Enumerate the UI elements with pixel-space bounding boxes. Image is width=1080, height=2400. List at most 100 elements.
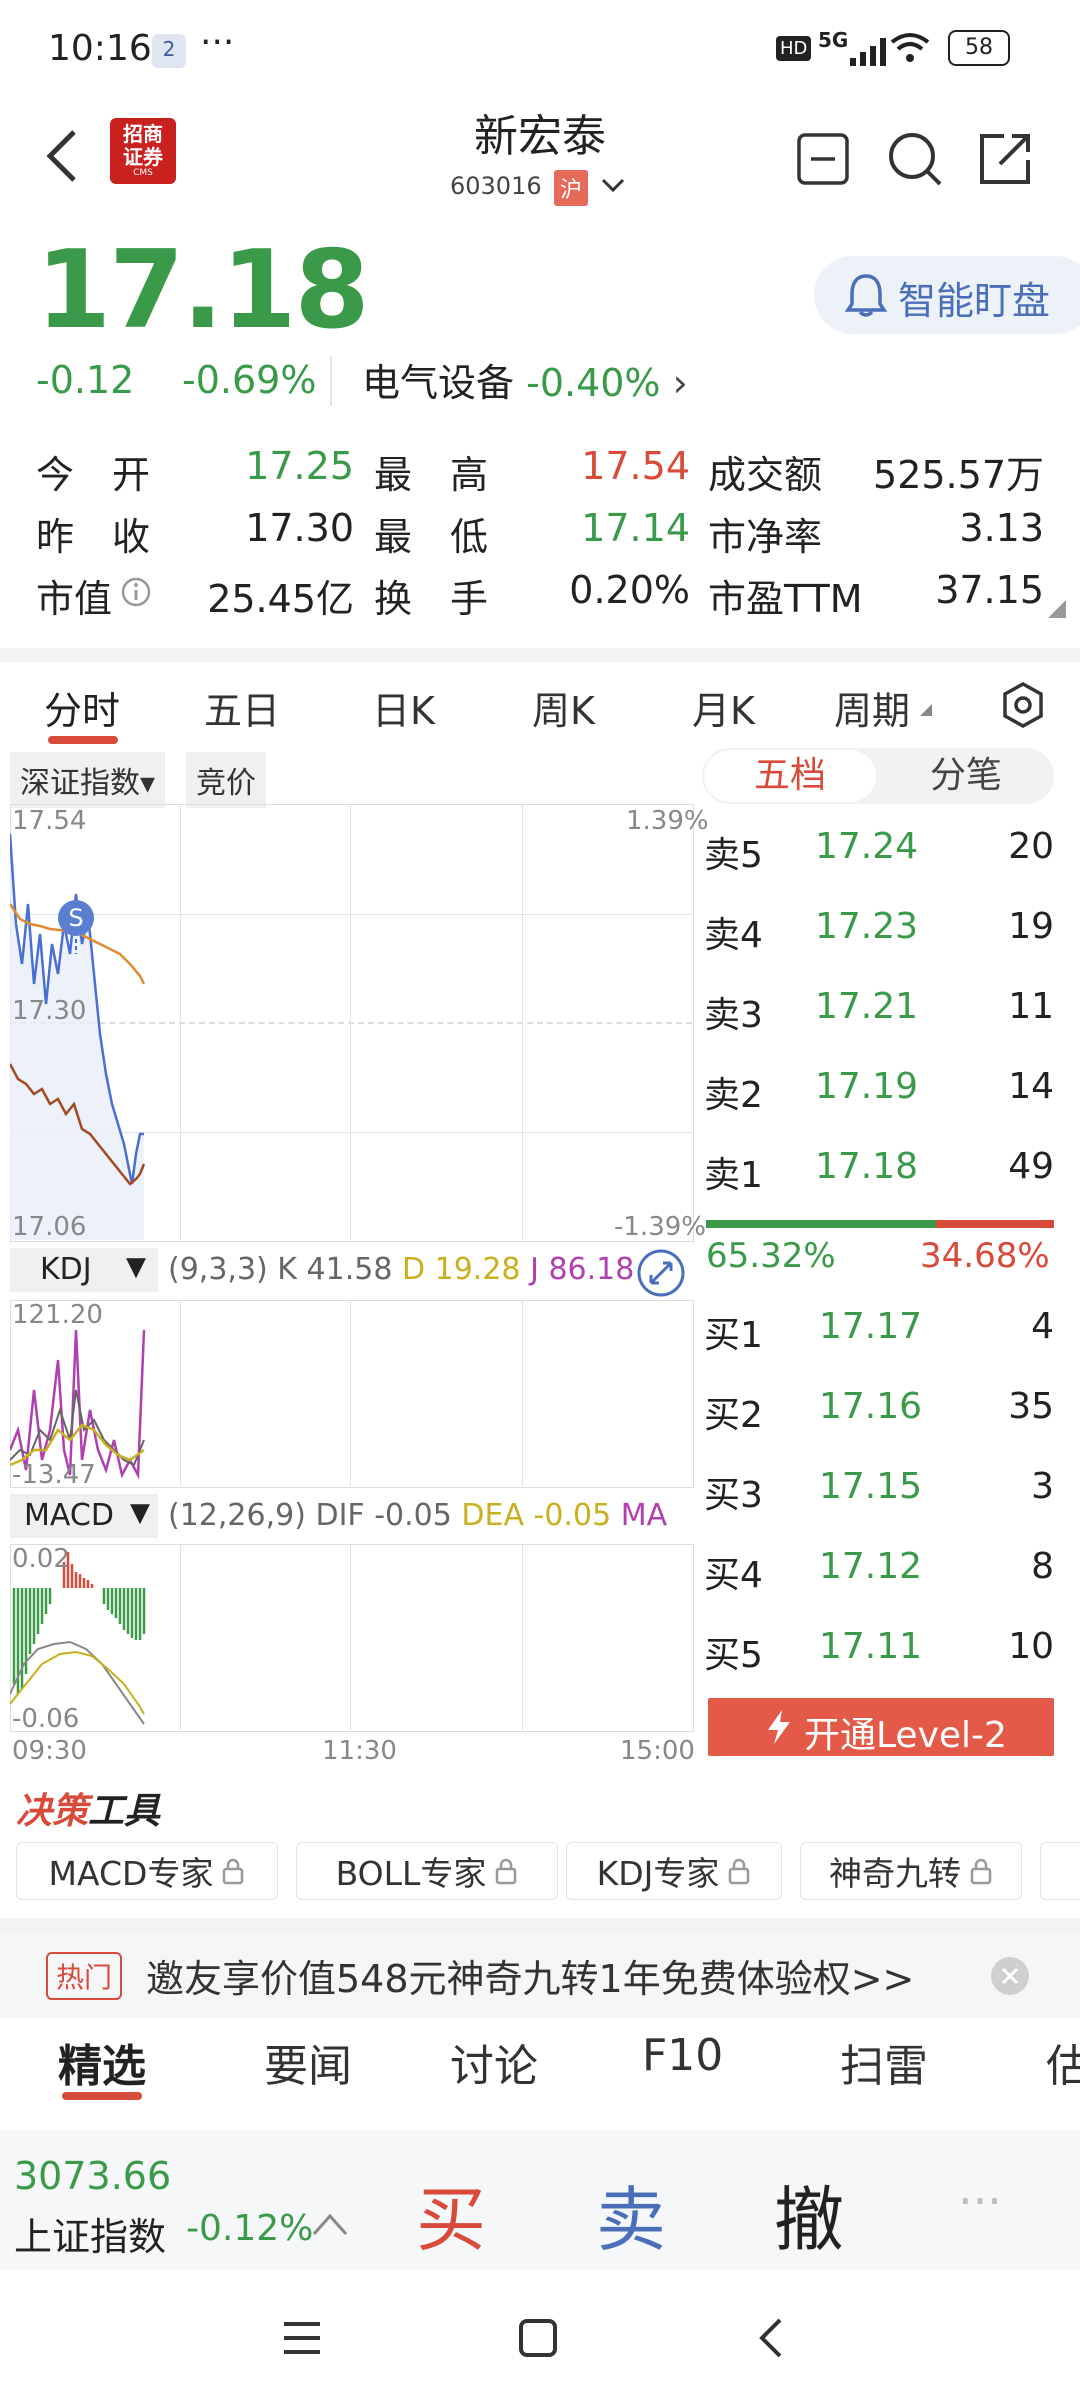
logo-text-top: 招商 — [123, 122, 163, 146]
menu-icon[interactable] — [282, 2320, 322, 2356]
tab-minesweep[interactable]: 扫雷 — [840, 2030, 928, 2094]
sell-ratio-bar — [936, 1220, 1054, 1228]
ask-volume: 11 — [1008, 986, 1054, 1027]
section-divider — [0, 648, 1080, 662]
lock-icon — [970, 1858, 992, 1885]
network-label: 5G — [818, 28, 849, 52]
cancel-order-button[interactable]: 撤 — [774, 2164, 844, 2265]
home-icon[interactable] — [518, 2318, 558, 2358]
tool-kdj-expert[interactable]: KDJ专家 — [566, 1842, 782, 1900]
search-icon[interactable] — [886, 130, 944, 188]
macd-dea-label: DEA — [461, 1498, 524, 1533]
tool-boll-expert[interactable]: BOLL专家 — [296, 1842, 558, 1900]
tools-title-a: 决策 — [16, 1791, 89, 1832]
promo-banner[interactable]: 热门 邀友享价值548元神奇九转1年免费体验权>> — [0, 1932, 1080, 2018]
tab-intraday[interactable]: 分时 — [44, 680, 120, 735]
promo-text: 邀友享价值548元神奇九转1年免费体验权>> — [146, 1957, 915, 2001]
lock-icon — [496, 1858, 517, 1885]
bid-volume: 4 — [1031, 1306, 1054, 1347]
fullscreen-icon[interactable] — [636, 1248, 686, 1298]
more-icon[interactable]: ··· — [958, 2174, 1002, 2228]
smart-watch-button[interactable]: 智能盯盘 — [814, 256, 1080, 334]
macd-name: MACD — [24, 1498, 114, 1533]
level2-label: 开通Level-2 — [804, 1715, 1007, 1756]
section-divider — [0, 1918, 1080, 1932]
bid-price[interactable]: 17.16 — [772, 1386, 922, 1427]
chevron-down-icon[interactable] — [600, 176, 626, 196]
kdj-param: (9,3,3) — [168, 1252, 268, 1287]
field-label: 市净率 — [708, 515, 823, 559]
kdj-j-label: J — [530, 1252, 539, 1287]
macd-select[interactable]: MACD ▼ — [10, 1494, 158, 1538]
notification-badge: 2 — [152, 34, 186, 68]
share-icon[interactable] — [976, 130, 1034, 188]
ask-label: 卖2 — [704, 1075, 763, 1116]
tab-featured[interactable]: 精选 — [58, 2030, 146, 2094]
dropdown-triangle-icon: ▼ — [130, 1498, 150, 1528]
bid-price[interactable]: 17.12 — [772, 1546, 922, 1587]
divider — [330, 356, 332, 406]
ask-price[interactable]: 17.18 — [768, 1146, 918, 1187]
tab-tick[interactable]: 分笔 — [880, 750, 1052, 802]
back-nav-icon[interactable] — [756, 2316, 786, 2360]
tool-label: KDJ专家 — [596, 1854, 720, 1893]
ask-volume: 19 — [1008, 906, 1054, 947]
tool-more-partial[interactable] — [1040, 1842, 1080, 1900]
expand-triangle-icon[interactable] — [1046, 598, 1068, 620]
kdj-select[interactable]: KDJ ▼ — [10, 1248, 158, 1292]
tab-five-level[interactable]: 五档 — [704, 750, 876, 802]
bell-icon — [844, 274, 888, 317]
info-icon[interactable] — [120, 576, 152, 608]
tab-news[interactable]: 要闻 — [264, 2030, 352, 2094]
back-icon[interactable] — [42, 126, 82, 186]
tool-macd-expert[interactable]: MACD专家 — [16, 1842, 278, 1900]
tab-valuation-partial[interactable]: 估 — [1046, 2030, 1080, 2094]
bid-price[interactable]: 17.17 — [772, 1306, 922, 1347]
tab-weekly-k[interactable]: 周K — [532, 680, 595, 735]
tab-f10[interactable]: F10 — [642, 2030, 723, 2081]
buy-button[interactable]: 买 — [416, 2164, 486, 2265]
field-label: 换 手 — [374, 577, 489, 621]
index-pct: -0.12% — [186, 2208, 314, 2249]
hd-icon: HD — [776, 36, 812, 61]
price-change-pct: -0.69% — [182, 358, 317, 402]
chevron-up-icon[interactable] — [310, 2210, 350, 2240]
tab-period[interactable]: 周期 — [834, 680, 910, 735]
ask-volume: 49 — [1008, 1146, 1054, 1187]
field-high: 17.54 — [581, 444, 690, 488]
ask-price[interactable]: 17.23 — [768, 906, 918, 947]
battery-icon: 58 — [948, 30, 1010, 66]
macd-dif-value: -0.05 — [374, 1498, 452, 1533]
bid-volume: 35 — [1008, 1386, 1054, 1427]
sell-button[interactable]: 卖 — [596, 2164, 666, 2265]
ask-price[interactable]: 17.21 — [768, 986, 918, 1027]
macd-ma-label: MA — [620, 1498, 668, 1533]
lock-icon — [729, 1858, 750, 1885]
sell-ratio: 34.68% — [920, 1236, 1050, 1276]
axis-top-pct: 1.39% — [626, 806, 709, 836]
ask-price[interactable]: 17.19 — [768, 1066, 918, 1107]
macd-axis-top: 0.02 — [12, 1544, 70, 1574]
tab-five-day[interactable]: 五日 — [204, 680, 280, 735]
close-icon[interactable] — [990, 1956, 1030, 1996]
tab-discuss[interactable]: 讨论 — [450, 2030, 538, 2094]
auction-toggle[interactable]: 竞价 — [186, 752, 266, 808]
system-nav-bar — [0, 2270, 1080, 2400]
sector-link[interactable]: 电气设备 -0.40% › — [362, 352, 688, 407]
tool-magic-nine[interactable]: 神奇九转 — [800, 1842, 1022, 1900]
sector-name: 电气设备 — [362, 361, 515, 405]
bid-label: 买3 — [704, 1475, 763, 1516]
tab-daily-k[interactable]: 日K — [372, 680, 435, 735]
field-prev-close: 17.30 — [245, 506, 354, 550]
settings-hexagon-icon[interactable] — [998, 680, 1048, 730]
bid-price[interactable]: 17.11 — [772, 1626, 922, 1667]
bid-price[interactable]: 17.15 — [772, 1466, 922, 1507]
index-select[interactable]: 深证指数▾ — [10, 752, 166, 808]
minimize-icon[interactable] — [796, 132, 850, 186]
ask-price[interactable]: 17.24 — [768, 826, 918, 867]
level2-button[interactable]: 开通Level-2 — [708, 1698, 1054, 1756]
tab-monthly-k[interactable]: 月K — [692, 680, 755, 735]
axis-bottom-pct: -1.39% — [614, 1212, 706, 1242]
sell-signal-marker[interactable]: S — [58, 900, 94, 936]
time-axis-end: 15:00 — [620, 1736, 695, 1766]
